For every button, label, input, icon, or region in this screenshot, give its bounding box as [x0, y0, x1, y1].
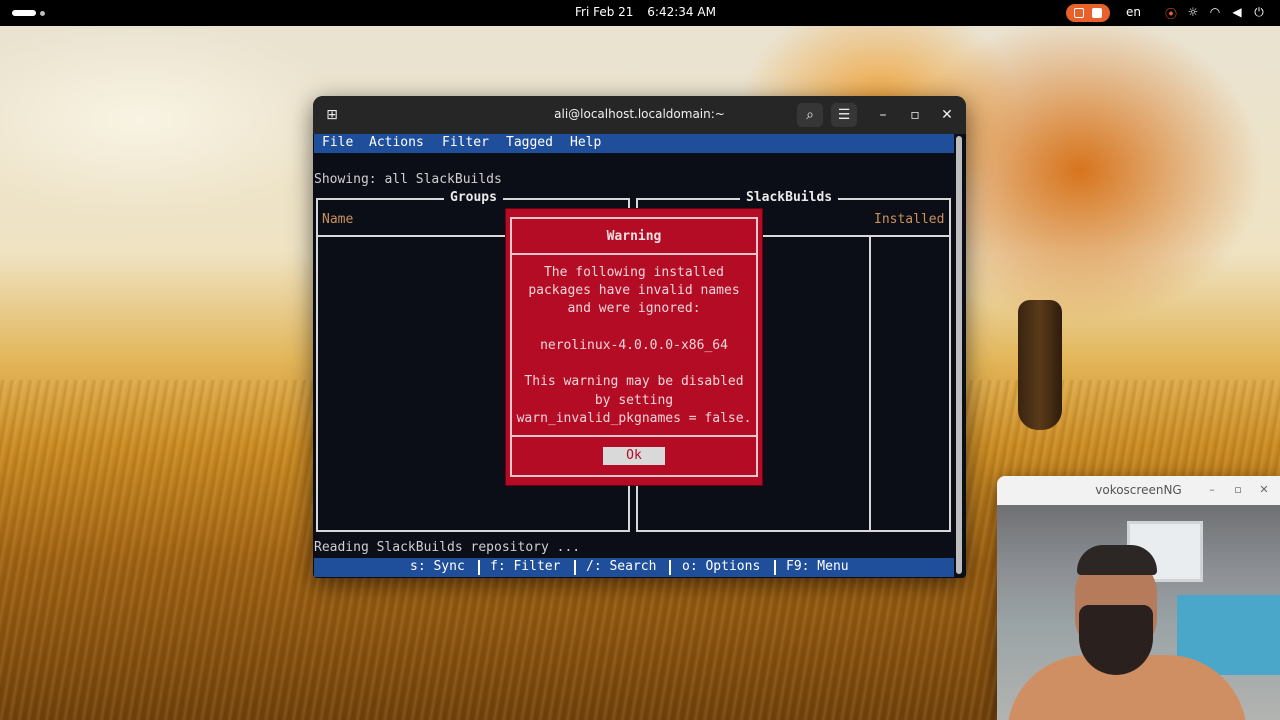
shortcut-menu[interactable]: F9: Menu [786, 559, 849, 574]
clock[interactable]: Fri Feb 21 6:42:34 AM [575, 5, 726, 19]
column-divider [869, 237, 871, 530]
screen-record-indicator[interactable] [1066, 4, 1110, 22]
dialog-message-line: packages have invalid names [528, 283, 740, 298]
screen-record-icon [1074, 8, 1084, 18]
search-icon[interactable]: ⌕ [797, 103, 823, 127]
menu-actions[interactable]: Actions [369, 135, 424, 150]
divider [774, 560, 776, 575]
divider [512, 253, 756, 255]
workspace-dot[interactable] [40, 11, 45, 16]
tree-trunk [1018, 300, 1062, 430]
dialog-message-line: and were ignored: [567, 301, 701, 316]
shortcut-bar: s: Sync f: Filter /: Search o: Options F… [314, 558, 954, 577]
menu-tagged[interactable]: Tagged [506, 135, 553, 150]
menu-file[interactable]: File [322, 135, 353, 150]
showing-label: Showing: all SlackBuilds [314, 172, 502, 187]
webcam-person-hair [1077, 545, 1157, 575]
divider [574, 560, 576, 575]
language-indicator[interactable]: en [1126, 5, 1141, 19]
webcam-feed [997, 505, 1280, 720]
ok-button[interactable]: Ok [603, 447, 665, 465]
shortcut-sync[interactable]: s: Sync [410, 559, 465, 574]
screencast-icon[interactable]: ⦿ [1164, 5, 1178, 22]
terminal-window: ⊞ ali@localhost.localdomain:~ ⌕ ☰ – ▫ ✕ … [313, 96, 966, 578]
vokoscreen-camera-window: vokoscreenNG – ▫ ✕ [997, 476, 1280, 720]
menu-filter[interactable]: Filter [442, 135, 489, 150]
close-icon[interactable]: ✕ [934, 103, 960, 127]
brightness-icon[interactable]: ☼ [1186, 5, 1200, 19]
minimize-icon[interactable]: – [870, 103, 896, 127]
divider [478, 560, 480, 575]
divider [669, 560, 671, 575]
status-message: Reading SlackBuilds repository ... [314, 540, 581, 555]
date-label: Fri Feb 21 [575, 5, 634, 19]
volume-icon[interactable]: ◀ [1230, 5, 1244, 19]
shortcut-options[interactable]: o: Options [682, 559, 760, 574]
terminal-titlebar[interactable]: ⊞ ali@localhost.localdomain:~ ⌕ ☰ – ▫ ✕ [313, 96, 966, 134]
hamburger-menu-icon[interactable]: ☰ [831, 103, 857, 127]
minimize-icon[interactable]: – [1203, 481, 1221, 499]
power-icon[interactable]: ⏻ [1252, 5, 1266, 20]
terminal-title: ali@localhost.localdomain:~ [554, 107, 725, 121]
shortcut-search[interactable]: /: Search [586, 559, 656, 574]
shortcut-filter[interactable]: f: Filter [490, 559, 560, 574]
maximize-icon[interactable]: ▫ [1229, 481, 1247, 499]
slackbuilds-title: SlackBuilds [740, 190, 839, 205]
warning-dialog: Warning The following installed packages… [505, 208, 763, 486]
groups-title: Groups [444, 190, 503, 205]
stop-record-icon[interactable] [1092, 8, 1102, 18]
groups-name-header: Name [322, 212, 354, 227]
menu-help[interactable]: Help [570, 135, 601, 150]
dialog-title: Warning [606, 229, 662, 244]
top-bar: Fri Feb 21 6:42:34 AM en ⦿ ☼ ◠ ◀ ⏻ [0, 0, 1280, 26]
terminal-scrollbar[interactable] [956, 136, 962, 574]
divider [512, 435, 756, 437]
dialog-message-line: by setting [594, 393, 674, 408]
dialog-message-line: warn_invalid_pkgnames = false. [516, 411, 752, 426]
close-icon[interactable]: ✕ [1255, 481, 1273, 499]
installed-header: Installed [874, 212, 945, 227]
tui-menubar: File Actions Filter Tagged Help [314, 134, 954, 153]
invalid-package-name: nerolinux-4.0.0.0-x86_64 [540, 338, 728, 353]
dialog-message-line: This warning may be disabled [524, 374, 744, 389]
maximize-icon[interactable]: ▫ [902, 103, 928, 127]
time-label: 6:42:34 AM [647, 5, 716, 19]
dialog-message-line: The following installed [543, 265, 724, 280]
activities-icon[interactable] [12, 10, 36, 16]
wifi-icon[interactable]: ◠ [1208, 5, 1222, 19]
